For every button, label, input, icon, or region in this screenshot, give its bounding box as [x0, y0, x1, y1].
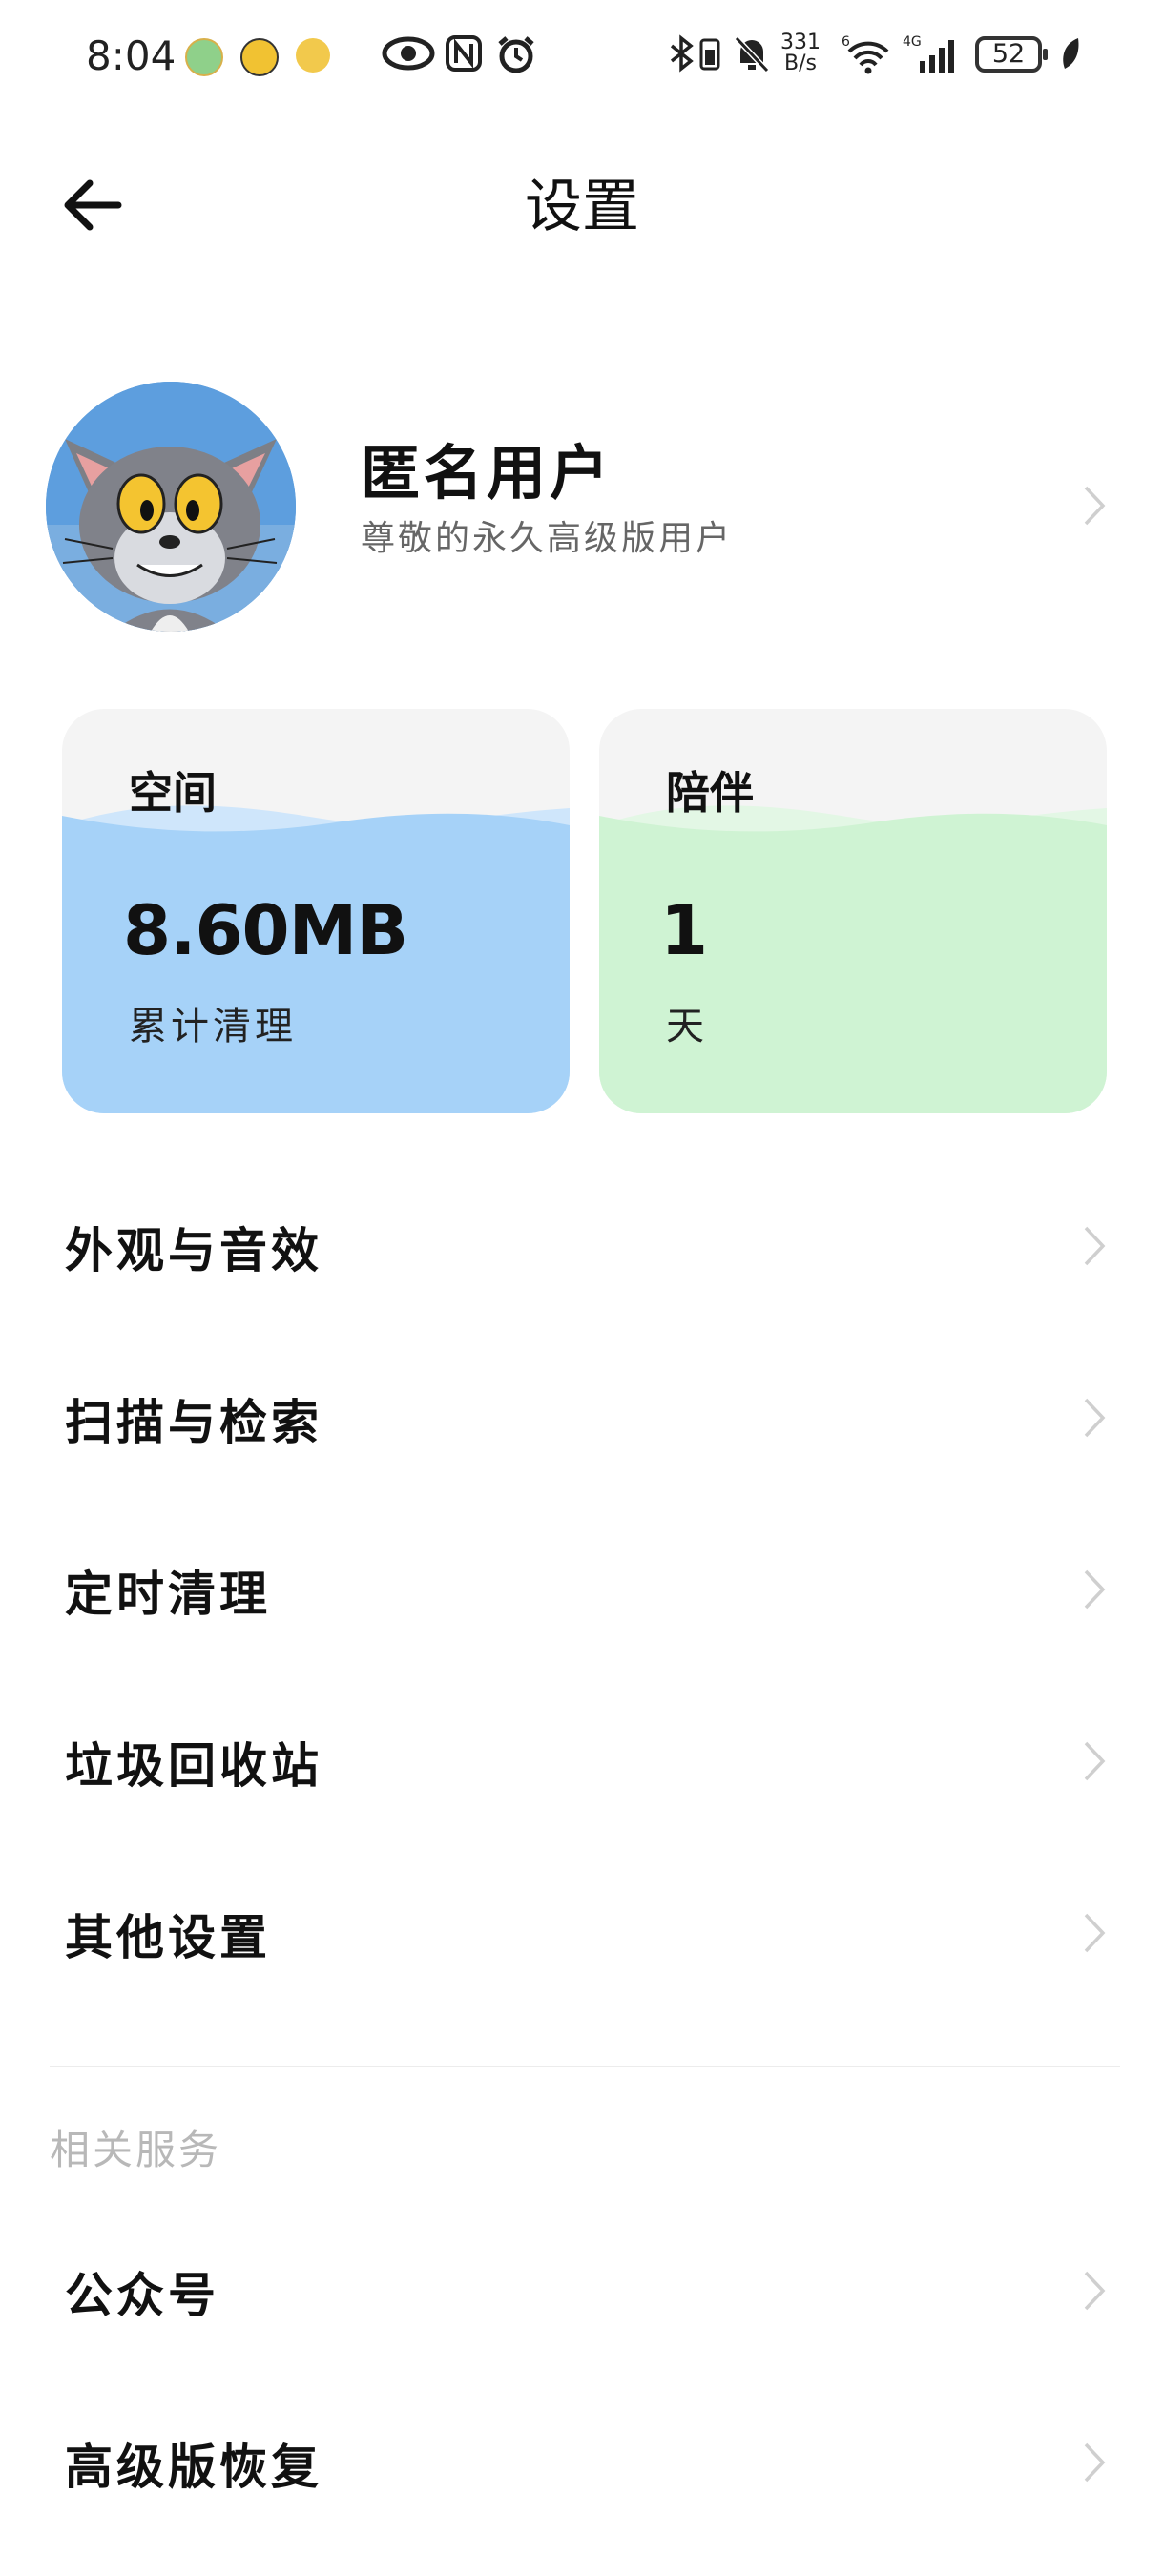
section-divider: [50, 2066, 1120, 2067]
user-name: 匿名用户: [361, 438, 613, 508]
menu-item-label: 高级版恢复: [65, 2440, 322, 2495]
menu-item-premium-restore[interactable]: 高级版恢复: [0, 2376, 1164, 2547]
storage-unit: 累计清理: [129, 1005, 297, 1049]
cell-label: 4G: [903, 34, 922, 50]
companion-value: 1: [660, 890, 708, 970]
menu-item-label: 其他设置: [65, 1910, 271, 1965]
network-speed-value: 331: [780, 31, 821, 54]
battery-icon: 52: [975, 36, 1048, 73]
status-bar: 8:04 331 B/s 6 4G 52: [0, 0, 1164, 114]
chevron-right-icon: [1084, 1569, 1106, 1610]
menu-item-scan-search[interactable]: 扫描与检索: [0, 1331, 1164, 1503]
menu-item-recycle-bin[interactable]: 垃圾回收站: [0, 1674, 1164, 1846]
status-time: 8:04: [86, 32, 177, 79]
qq-notification-icon: [240, 38, 279, 76]
storage-stat-card[interactable]: 空间 8.60MB 累计清理: [62, 709, 570, 1113]
alarm-icon: [498, 36, 534, 73]
storage-title: 空间: [129, 767, 217, 819]
menu-item-label: 定时清理: [65, 1567, 271, 1622]
chevron-right-icon: [1084, 2271, 1106, 2311]
menu-item-label: 扫描与检索: [65, 1395, 322, 1450]
chevron-right-icon: [1084, 1398, 1106, 1438]
app-notification-icon: [185, 38, 223, 76]
chevron-right-icon: [1084, 1741, 1106, 1781]
nfc-icon: [446, 35, 482, 72]
menu-item-official-account[interactable]: 公众号: [0, 2204, 1164, 2376]
storage-value: 8.60MB: [123, 890, 408, 970]
page-title: 设置: [525, 174, 639, 240]
signal-icon: 4G: [903, 34, 954, 73]
battery-saver-icon: [699, 38, 720, 71]
user-subtitle: 尊敬的永久高级版用户: [361, 519, 734, 558]
menu-item-appearance-sound[interactable]: 外观与音效: [0, 1159, 1164, 1331]
menu-item-other-settings[interactable]: 其他设置: [0, 1846, 1164, 2018]
chevron-right-icon: [1084, 2442, 1106, 2483]
emoji-notification-icon: [296, 38, 330, 73]
wifi-icon: 6: [842, 34, 889, 74]
bluetooth-icon: [670, 34, 694, 73]
menu-item-label: 垃圾回收站: [65, 1738, 322, 1794]
menu-item-label: 外观与音效: [65, 1223, 322, 1278]
profile-chevron-right-icon: [1084, 486, 1106, 526]
avatar[interactable]: [46, 382, 296, 632]
network-speed-unit: B/s: [784, 52, 817, 75]
companion-stat-card[interactable]: 陪伴 1 天: [599, 709, 1107, 1113]
network-speed: 331 B/s: [780, 32, 821, 74]
companion-title: 陪伴: [666, 767, 754, 819]
chevron-right-icon: [1084, 1226, 1106, 1266]
chevron-right-icon: [1084, 1913, 1106, 1953]
eye-icon: [382, 36, 435, 71]
menu-item-scheduled-clean[interactable]: 定时清理: [0, 1503, 1164, 1674]
mute-icon: [734, 35, 770, 73]
related-services-title: 相关服务: [50, 2127, 222, 2173]
leaf-icon: [1063, 38, 1079, 69]
wifi-label: 6: [842, 34, 850, 50]
menu-item-label: 公众号: [65, 2268, 219, 2323]
companion-unit: 天: [666, 1005, 708, 1049]
cat-avatar-image: [46, 382, 296, 632]
